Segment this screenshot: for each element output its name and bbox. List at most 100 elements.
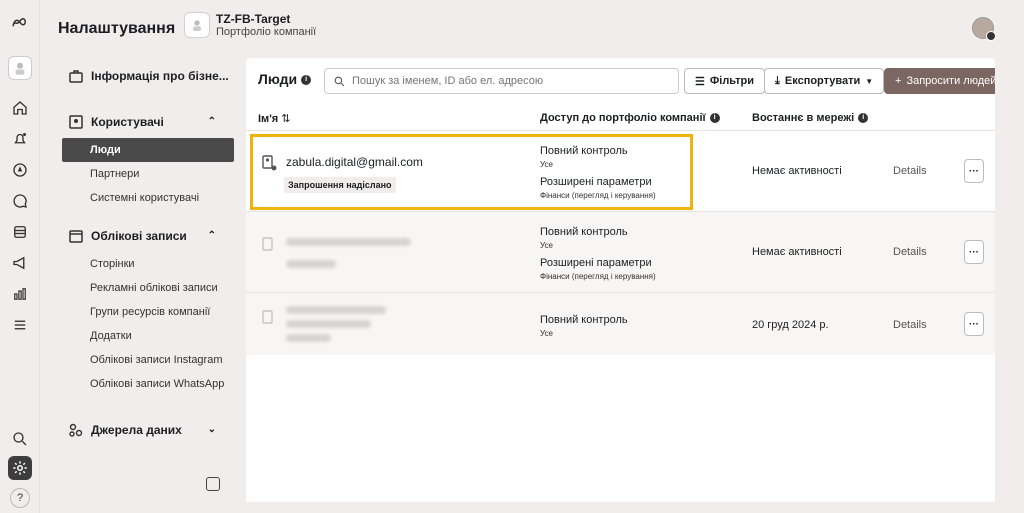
sidebar-business-info-label: Інформація про бізне... bbox=[91, 69, 229, 83]
column-name-label: Ім'я bbox=[258, 113, 279, 125]
invite-people-button[interactable]: + Запросити людей bbox=[884, 68, 995, 94]
redacted-name bbox=[286, 306, 386, 314]
details-link[interactable]: Details bbox=[893, 246, 927, 258]
last-online: Немає активності bbox=[752, 246, 842, 258]
info-icon[interactable]: i bbox=[858, 113, 869, 124]
sidebar-accounts-label: Облікові записи bbox=[91, 229, 187, 243]
redacted-email bbox=[286, 320, 371, 328]
info-icon[interactable]: i bbox=[301, 75, 312, 86]
portfolio-switcher[interactable]: TZ-FB-Target Портфоліо компанії bbox=[184, 12, 316, 38]
export-label: Експортувати bbox=[784, 75, 861, 87]
notifications-icon[interactable] bbox=[8, 127, 32, 151]
column-last-online-label: Востаннє в мережі bbox=[752, 112, 855, 124]
access-levels: Повний контроль Усе bbox=[540, 314, 628, 338]
more-options-button[interactable]: ··· bbox=[964, 159, 984, 183]
access-sub: Фінанси (перегляд і керування) bbox=[540, 272, 656, 281]
settings-gear-icon[interactable] bbox=[8, 456, 32, 480]
sidebar-item-system-users[interactable]: Системні користувачі bbox=[52, 186, 234, 210]
sidebar-item-instagram[interactable]: Облікові записи Instagram bbox=[52, 348, 234, 372]
data-sources-icon bbox=[68, 422, 84, 438]
invite-label: Запросити людей bbox=[906, 75, 995, 87]
search-icon[interactable] bbox=[8, 427, 32, 451]
redacted-name bbox=[286, 238, 411, 246]
person-icon bbox=[262, 237, 273, 251]
pages-icon[interactable] bbox=[8, 220, 32, 244]
filters-button[interactable]: ☰ Фільтри bbox=[684, 68, 765, 94]
search-box[interactable] bbox=[324, 68, 679, 94]
sidebar-item-whatsapp[interactable]: Облікові записи WhatsApp bbox=[52, 372, 234, 396]
dropdown-caret-icon: ▼ bbox=[865, 76, 874, 86]
sidebar-section-users[interactable]: Користувачі ⌃ bbox=[52, 106, 234, 138]
home-icon[interactable] bbox=[8, 96, 32, 120]
portfolio-avatar-icon bbox=[193, 20, 201, 31]
last-online: 20 груд 2024 р. bbox=[752, 319, 829, 331]
megaphone-icon[interactable] bbox=[8, 251, 32, 275]
portfolio-name: TZ-FB-Target bbox=[216, 12, 291, 26]
facebook-badge-icon bbox=[986, 31, 996, 41]
sidebar-item-apps[interactable]: Додатки bbox=[52, 324, 234, 348]
access-sub: Усе bbox=[540, 241, 553, 250]
highlight-frame bbox=[250, 134, 693, 210]
sidebar-item-ad-accounts[interactable]: Рекламні облікові записи bbox=[52, 276, 234, 300]
table-row[interactable]: Повний контроль Усе Розширені параметри … bbox=[246, 212, 995, 292]
accounts-icon bbox=[68, 228, 84, 244]
info-icon[interactable]: i bbox=[709, 113, 720, 124]
sidebar-item-partners[interactable]: Партнери bbox=[52, 162, 234, 186]
page-title: Налаштування bbox=[58, 20, 176, 37]
details-link[interactable]: Details bbox=[893, 319, 927, 331]
access-levels: Повний контроль Усе Розширені параметри … bbox=[540, 226, 656, 281]
help-icon[interactable]: ? bbox=[10, 488, 30, 508]
sidebar-item-pages[interactable]: Сторінки bbox=[52, 252, 234, 276]
insights-icon[interactable] bbox=[8, 282, 32, 306]
search-input[interactable] bbox=[352, 75, 678, 87]
portfolio-subtitle: Портфоліо компанії bbox=[216, 26, 317, 38]
portfolio-avatar bbox=[184, 12, 210, 38]
export-button[interactable]: ⤓ Експортувати ▼ bbox=[764, 68, 885, 94]
settings-sidebar: Інформація про бізне... Користувачі ⌃ Лю… bbox=[52, 58, 234, 446]
column-name[interactable]: Ім'я ⇅ bbox=[258, 112, 291, 125]
user-avatar[interactable] bbox=[972, 17, 996, 41]
download-icon: ⤓ bbox=[775, 74, 780, 87]
access-title: Повний контроль bbox=[540, 314, 628, 326]
details-link[interactable]: Details bbox=[893, 165, 927, 177]
users-icon bbox=[68, 114, 84, 130]
portfolio-avatar-icon[interactable] bbox=[8, 56, 32, 80]
menu-icon[interactable] bbox=[8, 313, 32, 337]
column-access: Доступ до портфоліо компанії i bbox=[540, 112, 720, 124]
collapse-sidebar-icon[interactable] bbox=[206, 477, 220, 491]
panel-title: Люди i bbox=[258, 71, 312, 87]
briefcase-icon bbox=[68, 68, 84, 84]
access-title: Розширені параметри bbox=[540, 257, 652, 269]
compass-icon[interactable] bbox=[8, 158, 32, 182]
more-options-button[interactable]: ··· bbox=[964, 240, 984, 264]
redacted-role bbox=[286, 260, 336, 268]
people-toolbar: Людиi ☰ Фільтри ⤓ Експортувати ▼ + Запро… bbox=[246, 58, 995, 102]
column-last-online: Востаннє в мережі i bbox=[752, 112, 869, 124]
last-online: Немає активності bbox=[752, 165, 842, 177]
access-sub: Усе bbox=[540, 329, 553, 338]
sidebar-item-business-info[interactable]: Інформація про бізне... bbox=[52, 60, 234, 92]
sidebar-section-data-sources[interactable]: Джерела даних ⌄ bbox=[52, 414, 234, 446]
page-header: Налаштування TZ-FB-Target Портфоліо комп… bbox=[40, 0, 1024, 56]
chevron-up-icon: ⌃ bbox=[207, 116, 216, 127]
icon-rail: ? bbox=[0, 0, 40, 513]
panel-title-text: Люди bbox=[258, 71, 298, 87]
plus-icon: + bbox=[895, 75, 902, 87]
sidebar-section-accounts[interactable]: Облікові записи ⌃ bbox=[52, 220, 234, 252]
meta-logo-icon[interactable] bbox=[8, 12, 32, 36]
sidebar-data-sources-label: Джерела даних bbox=[91, 423, 182, 437]
chevron-up-icon: ⌃ bbox=[207, 230, 216, 241]
filters-icon: ☰ bbox=[695, 75, 705, 88]
column-access-label: Доступ до портфоліо компанії bbox=[540, 112, 706, 124]
access-title: Повний контроль bbox=[540, 226, 628, 238]
search-icon bbox=[334, 76, 345, 86]
messages-icon[interactable] bbox=[8, 189, 32, 213]
table-row[interactable]: Повний контроль Усе 20 груд 2024 р. Deta… bbox=[246, 293, 995, 355]
sidebar-item-people[interactable]: Люди bbox=[62, 138, 234, 162]
sidebar-item-asset-groups[interactable]: Групи ресурсів компанії bbox=[52, 300, 234, 324]
more-options-button[interactable]: ··· bbox=[964, 312, 984, 336]
sort-icon[interactable]: ⇅ bbox=[281, 113, 290, 125]
people-panel: Людиi ☰ Фільтри ⤓ Експортувати ▼ + Запро… bbox=[246, 58, 995, 502]
filters-label: Фільтри bbox=[709, 75, 754, 87]
person-icon bbox=[262, 310, 273, 324]
